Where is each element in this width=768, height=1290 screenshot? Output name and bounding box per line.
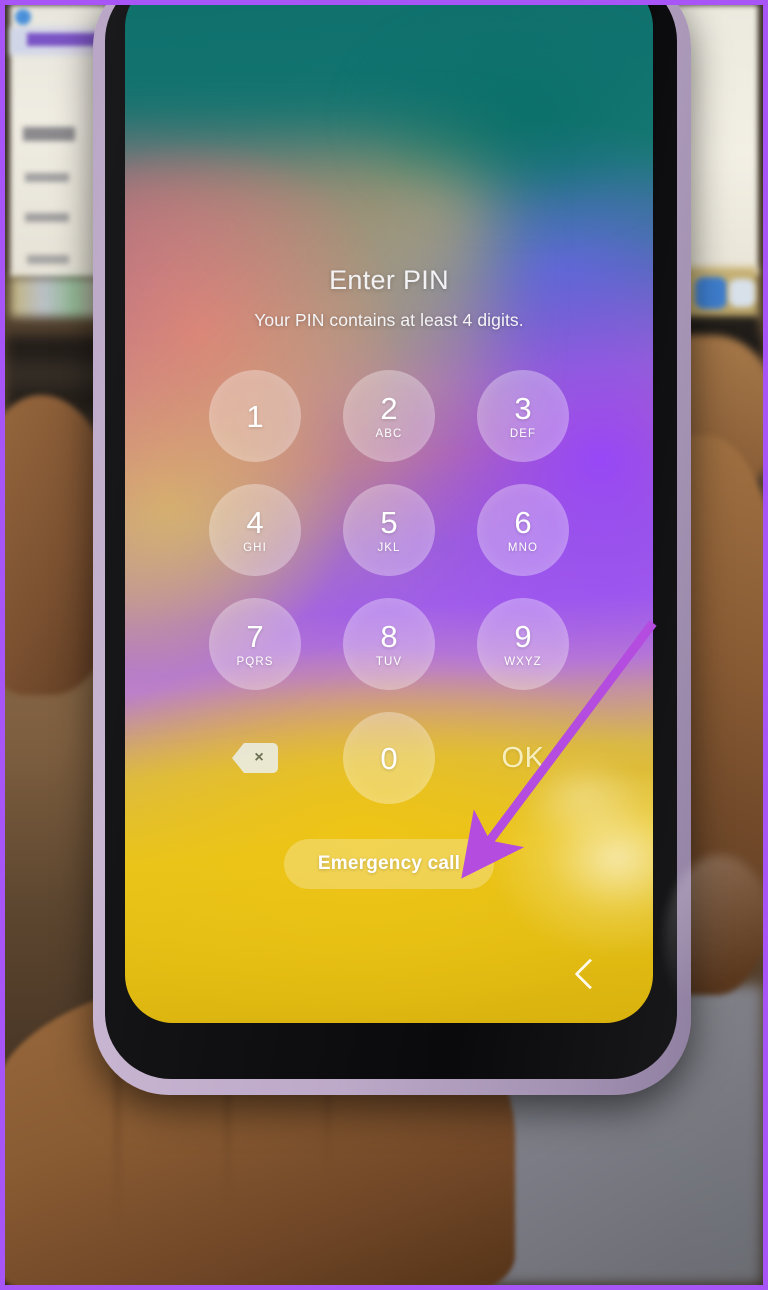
key-7-digit: 7 bbox=[246, 618, 264, 654]
laptop-left-text-blur-1 bbox=[23, 127, 75, 141]
key-6[interactable]: 6 MNO bbox=[477, 484, 569, 576]
key-0[interactable]: 0 bbox=[343, 712, 435, 804]
key-4-letters: GHI bbox=[243, 541, 267, 554]
key-0-digit: 0 bbox=[380, 740, 398, 776]
ok-button[interactable]: OK bbox=[477, 712, 569, 804]
key-6-letters: MNO bbox=[507, 541, 539, 554]
pin-lock-screen: Enter PIN Your PIN contains at least 4 d… bbox=[125, 5, 653, 1023]
key-2-digit: 2 bbox=[380, 390, 398, 426]
key-5-letters: JKL bbox=[377, 541, 401, 554]
key-5[interactable]: 5 JKL bbox=[343, 484, 435, 576]
key-1[interactable]: 1 bbox=[209, 370, 301, 462]
key-4[interactable]: 4 GHI bbox=[209, 484, 301, 576]
key-8-letters: TUV bbox=[375, 655, 403, 668]
key-3[interactable]: 3 DEF bbox=[477, 370, 569, 462]
laptop-left-avatar-icon bbox=[15, 9, 31, 25]
backspace-x-glyph: × bbox=[254, 749, 264, 766]
key-2[interactable]: 2 ABC bbox=[343, 370, 435, 462]
app-icon-light bbox=[729, 279, 755, 307]
key-3-digit: 3 bbox=[514, 390, 532, 426]
key-9-digit: 9 bbox=[514, 618, 532, 654]
pin-hint-text: Your PIN contains at least 4 digits. bbox=[254, 310, 524, 330]
key-8[interactable]: 8 TUV bbox=[343, 598, 435, 690]
key-2-letters: ABC bbox=[375, 427, 403, 440]
key-9[interactable]: 9 WXYZ bbox=[477, 598, 569, 690]
phone-screen: Enter PIN Your PIN contains at least 4 d… bbox=[125, 5, 653, 1023]
backspace-button[interactable]: × bbox=[209, 712, 301, 804]
laptop-left-text-blur-4 bbox=[27, 255, 69, 264]
emergency-call-button[interactable]: Emergency call bbox=[283, 839, 495, 889]
backspace-icon: × bbox=[232, 743, 278, 773]
key-6-digit: 6 bbox=[514, 504, 532, 540]
bezel-glare bbox=[665, 855, 763, 1025]
key-3-letters: DEF bbox=[509, 427, 537, 440]
key-4-digit: 4 bbox=[246, 504, 264, 540]
app-icon-blue bbox=[695, 277, 727, 309]
page-title: Enter PIN bbox=[329, 265, 449, 295]
key-7-letters: PQRS bbox=[236, 655, 274, 668]
annotated-screenshot-frame: Enter PIN Your PIN contains at least 4 d… bbox=[0, 0, 768, 1290]
key-8-digit: 8 bbox=[380, 618, 398, 654]
laptop-left-text-blur-3 bbox=[25, 213, 69, 222]
key-1-digit: 1 bbox=[246, 398, 264, 434]
pin-keypad: 1 2 ABC 3 DEF 4 GHI 5 JKL 6 MNO 7 PQRS 8… bbox=[188, 359, 590, 815]
key-9-letters: WXYZ bbox=[504, 655, 542, 668]
key-7[interactable]: 7 PQRS bbox=[209, 598, 301, 690]
key-5-digit: 5 bbox=[380, 504, 398, 540]
laptop-left-text-blur-2 bbox=[25, 173, 69, 182]
